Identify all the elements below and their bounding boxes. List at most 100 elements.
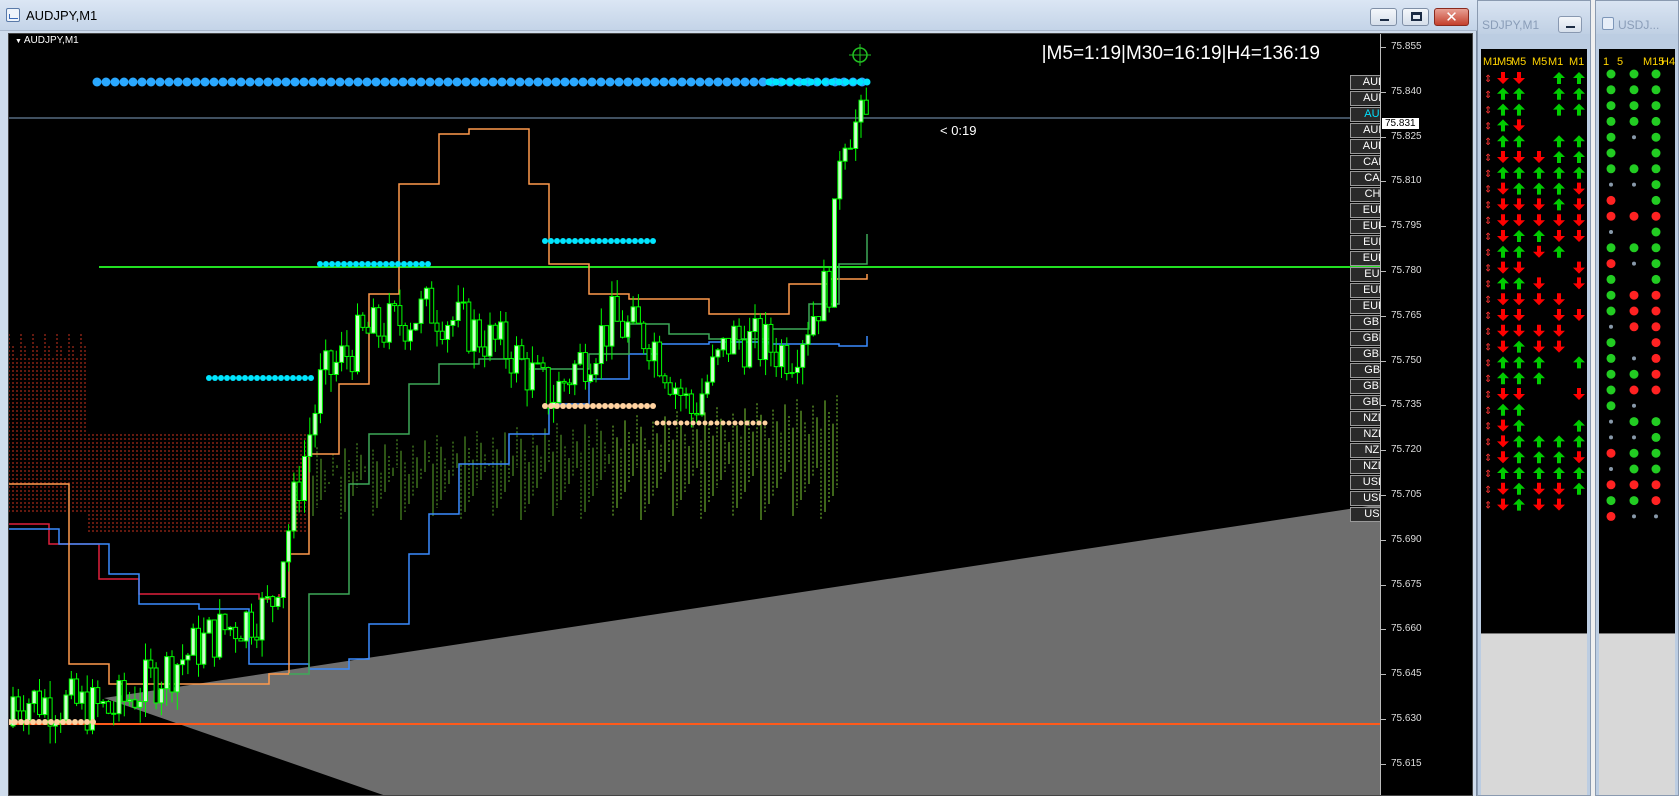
- price-tick-label: 75.765: [1381, 309, 1422, 321]
- candle-body: [344, 345, 350, 357]
- arrow-down-icon: [1533, 324, 1545, 337]
- signal-dot: [614, 403, 620, 409]
- mtf-status-dot: [1629, 211, 1639, 221]
- mtf-status-dot: [1609, 230, 1613, 234]
- signal-dot: [371, 261, 377, 267]
- candle-body: [169, 656, 175, 693]
- arrow-down-icon: [1513, 214, 1525, 227]
- chart-window[interactable]: AUDJPY,M1 ✕ AUDJPY,M1 |M5=1:19|M30=16:19…: [0, 0, 1477, 796]
- mtf-status-dot: [1651, 116, 1661, 126]
- signal-dot: [849, 78, 857, 86]
- price-tick-label: 75.705: [1381, 489, 1422, 500]
- signal-dot: [632, 403, 638, 409]
- signal-dot: [626, 403, 632, 409]
- mtf-neutral-icon: ⇕: [1484, 137, 1492, 148]
- candle-body: [487, 324, 493, 357]
- candle-body: [275, 597, 281, 607]
- candle-body: [206, 619, 212, 634]
- candle-body: [317, 369, 323, 414]
- signal-dot: [488, 77, 498, 87]
- mtf-status-dot: [1629, 385, 1639, 395]
- candle-body: [296, 481, 302, 502]
- price-tick-label: 75.735: [1381, 399, 1422, 411]
- candle-body: [832, 198, 837, 308]
- candle-body: [847, 147, 853, 150]
- maximize-button[interactable]: [1402, 8, 1429, 26]
- arrow-down-icon: [1513, 293, 1525, 306]
- mtf-neutral-icon: ⇕: [1484, 469, 1492, 480]
- mtf-status-dot: [1651, 101, 1661, 111]
- signal-dot: [425, 261, 431, 267]
- arrow-up-icon: [1573, 87, 1585, 100]
- signal-dot: [362, 77, 372, 87]
- arrow-down-icon: [1513, 119, 1525, 132]
- chart-canvas[interactable]: [9, 34, 1473, 796]
- signal-dot: [677, 77, 687, 87]
- mtf-status-dot: [1606, 480, 1616, 490]
- candle-body: [164, 656, 170, 690]
- candle-body: [614, 295, 620, 322]
- signal-dot: [281, 77, 291, 87]
- mtf-dot-window[interactable]: USDJ... 1 5 M15 H4: [1595, 0, 1679, 796]
- signal-dot: [608, 238, 614, 244]
- signal-dot: [36, 719, 42, 725]
- arrow-up-icon: [1513, 467, 1525, 479]
- price-tick-label: 75.780: [1381, 265, 1422, 276]
- signal-dot: [407, 77, 417, 87]
- senkou-a-line: [9, 128, 868, 685]
- mtf-status-dot: [1651, 448, 1661, 458]
- mtf-arrow-window[interactable]: SDJPY,M1 M1 M5 M5 M5 M1 M1 ⇕ ⇕ ⇕ ⇕ ⇕ ⇕ ⇕ ⇕ ⇕ ⇕ ⇕ ⇕ ⇕ ⇕ ⇕ ⇕ ⇕ ⇕…: [1477, 0, 1591, 796]
- candle-body: [625, 321, 631, 338]
- close-button[interactable]: ✕: [1434, 8, 1469, 26]
- mtf-arrow-titlebar[interactable]: SDJPY,M1: [1478, 1, 1590, 34]
- signal-dot: [461, 77, 471, 87]
- arrow-up-icon: [1553, 166, 1565, 179]
- price-tick-label: 75.795: [1381, 220, 1422, 232]
- signal-dot: [587, 77, 597, 87]
- mtf-status-dot: [1651, 85, 1661, 95]
- price-scale[interactable]: 75.855 75.840 75.825 75.810 75.795 75.780 75.7…: [1380, 34, 1472, 795]
- candle-body: [100, 701, 106, 704]
- mtf-dot-titlebar[interactable]: USDJ...: [1596, 1, 1678, 34]
- signal-dot: [814, 78, 822, 86]
- price-tick-label: 75.810: [1381, 175, 1422, 187]
- arrow-up-icon: [1513, 182, 1525, 195]
- signal-dot: [614, 238, 620, 244]
- signal-dot: [236, 77, 246, 87]
- mtf-neutral-icon: ⇕: [1484, 437, 1492, 448]
- arrow-up-icon: [1553, 451, 1565, 464]
- signal-dot: [419, 261, 425, 267]
- minimize-button[interactable]: [1370, 8, 1397, 26]
- candle-body: [233, 626, 239, 640]
- mtf-status-dot: [1651, 132, 1661, 142]
- candle-body: [821, 270, 827, 322]
- mtf-status-dot: [1609, 324, 1613, 329]
- mtf-status-dot: [1651, 417, 1661, 427]
- signal-dot: [497, 77, 507, 87]
- arrow-up-icon: [1513, 356, 1525, 369]
- minimize-icon: [1380, 19, 1389, 21]
- mtf-arrow-minimize-button[interactable]: [1558, 16, 1582, 33]
- price-tick-label: 75.615: [1381, 757, 1422, 769]
- candle-body: [429, 287, 435, 324]
- candle-body: [556, 380, 562, 403]
- candle-body: [116, 680, 122, 715]
- arrow-up-icon: [1533, 467, 1545, 479]
- price-chart[interactable]: AUDJPY,M1 |M5=1:19|M30=16:19|H4=136:19 <…: [8, 33, 1473, 796]
- mtf-neutral-icon: ⇕: [1484, 169, 1492, 180]
- arrow-up-icon: [1497, 277, 1509, 290]
- candle-body: [471, 319, 477, 352]
- candle-body: [339, 345, 345, 363]
- arrow-down-icon: [1533, 482, 1545, 495]
- mtf-status-dot: [1629, 69, 1639, 79]
- signal-dot: [590, 238, 596, 244]
- mtf-status-dot: [1606, 274, 1616, 284]
- price-tick-label: 75.690: [1381, 533, 1422, 545]
- candle-body: [21, 710, 27, 722]
- chart-window-titlebar[interactable]: AUDJPY,M1 ✕: [0, 0, 1477, 31]
- signal-dot: [66, 719, 72, 725]
- mtf-status-dot: [1632, 403, 1636, 408]
- mtf-status-dot: [1651, 353, 1661, 363]
- signal-dot: [335, 261, 341, 267]
- arrow-up-icon: [1513, 372, 1525, 385]
